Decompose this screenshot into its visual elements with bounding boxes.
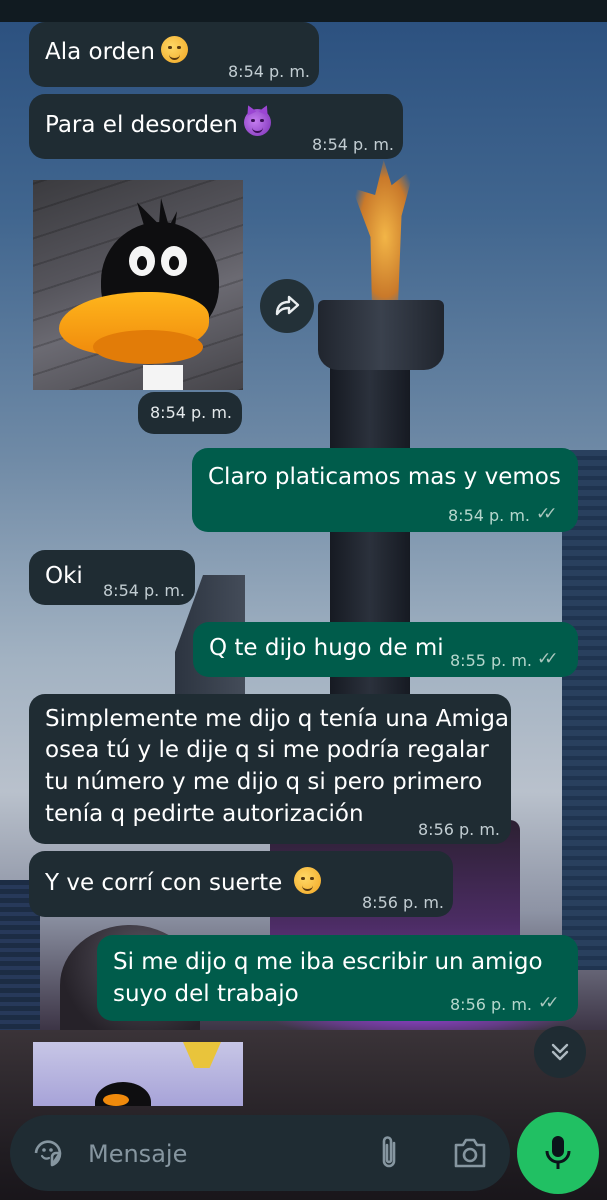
message-text-line: Simplemente me dijo q tenía una Amiga [45,706,510,732]
message-bubble-incoming[interactable]: Para el desorden 8:54 p. m. [29,94,403,159]
smiling-devil-emoji-icon [243,109,271,136]
message-text-line: tenía q pedirte autorización [45,801,364,827]
message-bubble-incoming[interactable]: Simplemente me dijo q tenía una Amiga os… [29,694,511,844]
forward-button[interactable] [260,279,314,333]
message-text: Y ve corrí con suerte [45,867,322,899]
message-time: 8:54 p. m. [103,581,186,600]
double-chevron-down-icon [551,1043,569,1061]
top-bar [0,0,607,22]
message-bubble-outgoing[interactable]: Q te dijo hugo de mi 8:55 p. m. ✓✓ [193,622,578,677]
scroll-to-bottom-button[interactable] [534,1026,586,1078]
message-text-line: suyo del trabajo [113,981,299,1007]
microphone-icon [545,1136,571,1169]
message-text: Oki [45,563,83,589]
double-check-icon: ✓✓ [537,649,558,669]
message-time: 8:54 p. m. [312,135,395,154]
wallpaper-column-capital [318,300,444,370]
message-time: 8:56 p. m. [450,995,533,1014]
message-bubble-outgoing[interactable]: Si me dijo q me iba escribir un amigo su… [97,935,578,1021]
message-time: 8:55 p. m. [450,651,533,670]
saluting-face-emoji-icon [160,36,188,63]
paperclip-icon[interactable] [374,1133,404,1173]
microphone-button[interactable] [517,1112,599,1194]
forward-icon [275,295,300,316]
daffy-duck-image-partial[interactable] [33,1042,243,1106]
message-text-line: Si me dijo q me iba escribir un amigo [113,949,543,975]
message-text-line: osea tú y le dije q si me podría regalar [45,737,489,763]
message-bubble-incoming[interactable]: Ala orden 8:54 p. m. [29,22,319,87]
message-text: Claro platicamos mas y vemos [208,464,561,490]
message-bubble-incoming[interactable]: Y ve corrí con suerte 8:56 p. m. [29,851,453,917]
message-time: 8:54 p. m. [228,62,311,81]
smiling-face-emoji-icon [294,867,322,894]
message-time: 8:56 p. m. [362,893,445,912]
message-text: Ala orden [45,36,188,68]
wallpaper-golden-angel [352,160,415,300]
message-bubble-incoming[interactable]: Oki 8:54 p. m. [29,550,195,605]
message-input[interactable] [86,1131,350,1177]
message-composer [10,1115,510,1191]
message-text: Q te dijo hugo de mi [209,635,444,661]
sticker-icon[interactable] [30,1135,66,1171]
camera-icon[interactable] [450,1135,490,1171]
image-timestamp: 8:54 p. m. [138,392,242,434]
daffy-duck-image[interactable] [33,180,243,390]
double-check-icon: ✓✓ [536,504,557,524]
message-time: 8:54 p. m. [448,506,531,525]
message-text: Para el desorden [45,109,271,141]
double-check-icon: ✓✓ [538,993,559,1013]
message-text-line: tu número y me dijo q si pero primero [45,769,483,795]
message-time: 8:56 p. m. [418,820,501,839]
message-bubble-outgoing[interactable]: Claro platicamos mas y vemos 8:54 p. m. … [192,448,578,532]
